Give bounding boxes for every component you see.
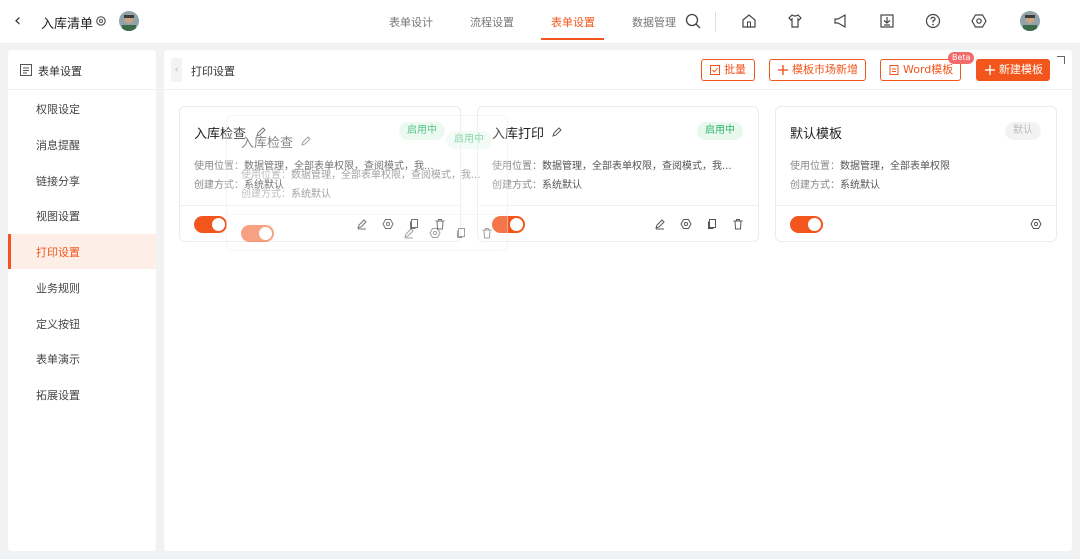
settings-icon[interactable] <box>680 218 692 230</box>
sidebar-item-link-share[interactable]: 链接分享 <box>8 163 156 198</box>
copy-icon[interactable] <box>706 218 718 230</box>
app-title: 入库清单 <box>41 17 94 32</box>
card-divider <box>478 205 758 206</box>
active-tab-indicator <box>541 38 604 40</box>
card-divider <box>227 214 507 215</box>
settings-icon[interactable] <box>1030 218 1042 230</box>
status-badge: 启用中 <box>697 122 743 140</box>
search-icon[interactable] <box>684 12 702 30</box>
sidebar-header: 表单设置 <box>8 50 156 90</box>
panel-title: 打印设置 <box>191 65 235 78</box>
usage-value: 数据管理，全部表单权限 <box>840 161 950 172</box>
sidebar-item-label: 链接分享 <box>36 175 80 188</box>
tab-form-settings[interactable]: 表单设置 <box>551 14 595 30</box>
sidebar-item-notifications[interactable]: 消息提醒 <box>8 127 156 162</box>
template-card[interactable]: 入库打印 启用中 使用位置：数据管理，全部表单权限，查阅模式，我... 创建方式… <box>477 106 759 242</box>
usage-label: 使用位置： <box>790 161 840 172</box>
sidebar-item-permissions[interactable]: 权限设定 <box>8 91 156 126</box>
panel-header: ‹ 打印设置 批量 模板市场新增 Word模板 Beta 新建模板 <box>164 50 1072 90</box>
edit-icon <box>403 227 415 239</box>
batch-button-label: 批量 <box>724 63 746 76</box>
sidebar-item-business-rules[interactable]: 业务规则 <box>8 270 156 305</box>
sidebar-item-label: 视图设置 <box>36 210 80 223</box>
sidebar-item-form-demo[interactable]: 表单演示 <box>8 341 156 376</box>
collapse-sidebar-button[interactable]: ‹ <box>171 58 182 82</box>
settings-icon <box>429 227 441 239</box>
usage-value: 数据管理，全部表单权限，查阅模式，我... <box>542 161 732 172</box>
shirt-icon[interactable] <box>786 12 804 30</box>
dragging-card-ghost: 入库检查 启用中 使用位置：数据管理，全部表单权限，查阅模式，我... 创建方式… <box>226 115 508 251</box>
enable-toggle[interactable] <box>790 216 823 233</box>
created-value: 系统默认 <box>542 180 582 191</box>
sidebar-item-custom-buttons[interactable]: 定义按钮 <box>8 306 156 341</box>
template-market-label: 模板市场新增 <box>792 63 858 76</box>
expand-corner-icon[interactable] <box>1057 56 1065 64</box>
creation-method: 创建方式：系统默认 <box>790 176 1042 191</box>
edit-icon[interactable] <box>654 218 666 230</box>
home-icon[interactable] <box>740 12 758 30</box>
download-icon[interactable] <box>878 12 896 30</box>
sidebar-item-extensions[interactable]: 拓展设置 <box>8 377 156 412</box>
settings-sidebar: 表单设置 权限设定 消息提醒 链接分享 视图设置 打印设置 业务规则 定义按钮 … <box>8 50 156 551</box>
sidebar-item-label: 业务规则 <box>36 282 80 295</box>
tab-flow-settings[interactable]: 流程设置 <box>470 14 514 30</box>
toolbar-divider <box>715 12 716 32</box>
sidebar-item-label: 打印设置 <box>36 246 80 259</box>
batch-icon <box>710 65 720 75</box>
usage-location: 使用位置：数据管理，全部表单权限，查阅模式，我... <box>492 157 744 172</box>
delete-icon <box>481 227 493 239</box>
sidebar-heading: 表单设置 <box>38 65 82 78</box>
sidebar-item-view-settings[interactable]: 视图设置 <box>8 198 156 233</box>
new-template-button[interactable]: 新建模板 <box>976 59 1050 81</box>
card-divider <box>776 205 1056 206</box>
default-badge: 默认 <box>1005 122 1041 140</box>
ghost-status-badge: 启用中 <box>446 131 492 149</box>
new-template-label: 新建模板 <box>999 63 1043 76</box>
gear-icon[interactable] <box>95 13 107 29</box>
enable-toggle[interactable] <box>194 216 227 233</box>
plus-icon <box>985 65 995 75</box>
back-icon[interactable]: ‹ <box>14 10 30 32</box>
sidebar-item-label: 定义按钮 <box>36 318 80 331</box>
ghost-title: 入库检查 <box>241 136 294 151</box>
template-card[interactable]: 默认模板 默认 使用位置：数据管理，全部表单权限 创建方式：系统默认 <box>775 106 1057 242</box>
sidebar-item-label: 拓展设置 <box>36 389 80 402</box>
batch-button[interactable]: 批量 <box>701 59 755 81</box>
sidebar-item-print-settings[interactable]: 打印设置 <box>8 234 156 269</box>
form-list-icon <box>20 64 32 76</box>
usage-label: 使用位置： <box>241 170 291 181</box>
ghost-toggle <box>241 225 274 242</box>
sidebar-item-label: 权限设定 <box>36 103 80 116</box>
tab-form-design[interactable]: 表单设计 <box>389 14 433 30</box>
creation-method: 创建方式：系统默认 <box>492 176 744 191</box>
user-avatar[interactable] <box>1020 11 1040 31</box>
edit-title-icon <box>301 136 311 146</box>
plus-icon <box>778 65 788 75</box>
avatar[interactable] <box>119 11 139 31</box>
created-label: 创建方式： <box>241 189 291 200</box>
delete-icon[interactable] <box>732 218 744 230</box>
document-icon <box>889 65 899 75</box>
ghost-usage: 使用位置：数据管理，全部表单权限，查阅模式，我... <box>241 166 493 181</box>
copy-icon <box>455 227 467 239</box>
usage-location: 使用位置：数据管理，全部表单权限 <box>790 157 1042 172</box>
help-icon[interactable] <box>924 12 942 30</box>
megaphone-icon[interactable] <box>832 12 850 30</box>
sidebar-item-label: 消息提醒 <box>36 139 80 152</box>
edit-title-icon[interactable] <box>552 127 562 137</box>
top-bar: ‹ 入库清单 表单设计 流程设置 表单设置 数据管理 <box>0 0 1080 44</box>
template-title: 默认模板 <box>790 127 843 142</box>
created-value: 系统默认 <box>840 180 880 191</box>
settings-icon[interactable] <box>970 12 988 30</box>
word-template-label: Word模板 <box>903 63 954 76</box>
created-label: 创建方式： <box>790 180 840 191</box>
ghost-created: 创建方式：系统默认 <box>241 185 493 200</box>
tab-data-management[interactable]: 数据管理 <box>632 14 676 30</box>
created-value: 系统默认 <box>291 189 331 200</box>
usage-value: 数据管理，全部表单权限，查阅模式，我... <box>291 170 481 181</box>
template-market-button[interactable]: 模板市场新增 <box>769 59 866 81</box>
beta-badge: Beta <box>948 52 975 64</box>
sidebar-item-label: 表单演示 <box>36 353 80 366</box>
